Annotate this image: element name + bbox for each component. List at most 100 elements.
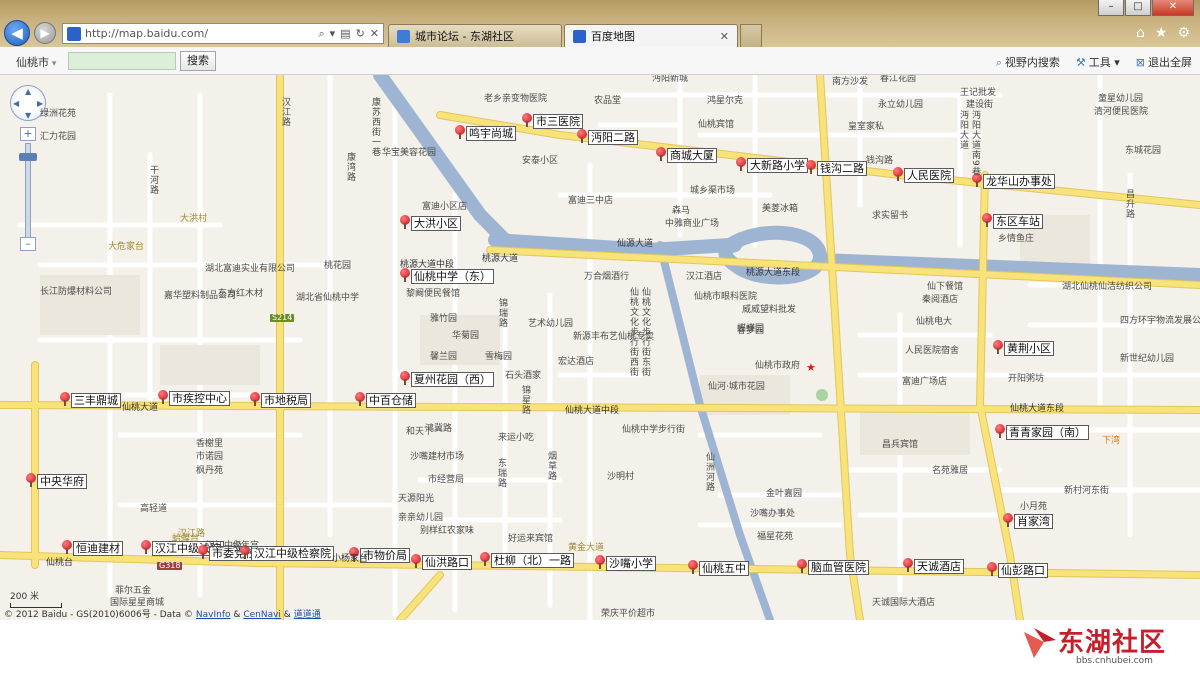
map-pin-icon[interactable] [522, 113, 532, 127]
marker-label[interactable]: 钱沟二路 [817, 161, 867, 176]
map-pin-icon[interactable] [903, 558, 913, 572]
exit-fullscreen-button[interactable]: ⊠ 退出全屏 [1136, 54, 1192, 70]
map-pin-icon[interactable] [355, 392, 365, 406]
map-marker[interactable]: 大新路小学 [736, 157, 808, 173]
map-pin-icon[interactable] [62, 540, 72, 554]
map-marker[interactable]: 钱沟二路 [806, 160, 867, 176]
map-pin-icon[interactable] [141, 540, 151, 554]
forward-button[interactable]: ▶ [34, 22, 56, 44]
map-pin-icon[interactable] [411, 554, 421, 568]
city-selector[interactable]: 仙桃市 [16, 54, 56, 70]
map-pin-icon[interactable] [806, 160, 816, 174]
map-pin-icon[interactable] [455, 125, 465, 139]
map-pin-icon[interactable] [797, 559, 807, 573]
map-marker[interactable]: 仙桃中学（东） [400, 268, 494, 284]
pan-right-icon[interactable]: ▶ [37, 99, 43, 108]
zoom-slider-handle[interactable] [19, 153, 37, 161]
marker-label[interactable]: 天诚酒店 [914, 559, 964, 574]
map-marker[interactable]: 市疾控中心 [158, 390, 230, 406]
map-pin-icon[interactable] [400, 371, 410, 385]
map-pin-icon[interactable] [400, 268, 410, 282]
favorites-star-icon[interactable]: ★ [1155, 25, 1168, 41]
marker-label[interactable]: 鸣宇尚城 [466, 126, 516, 141]
marker-label[interactable]: 汉江中级检察院 [251, 546, 334, 561]
marker-label[interactable]: 商城大厦 [667, 148, 717, 163]
map-marker[interactable]: 恒迪建材 [62, 540, 123, 556]
map-pin-icon[interactable] [595, 555, 605, 569]
cennavi-link[interactable]: CenNavi [243, 610, 281, 620]
map-marker[interactable]: 大洪小区 [400, 215, 461, 231]
marker-label[interactable]: 脑血管医院 [808, 560, 869, 575]
map-marker[interactable]: 中央华府 [26, 473, 87, 489]
tab-close-icon[interactable]: ✕ [720, 30, 729, 43]
maximize-button[interactable]: □ [1125, 0, 1151, 16]
back-button[interactable]: ◀ [4, 20, 30, 46]
map-canvas[interactable]: ★ ▲ ▼ ◀ ▶ + – 市三医院 鸣宇尚城 沔阳二路 商城大厦 大新路小学 钱沟二路人… [0, 75, 1200, 620]
map-pin-icon[interactable] [688, 560, 698, 574]
map-marker[interactable]: 三丰鼎城 [60, 392, 121, 408]
marker-label[interactable]: 杜柳（北）一路 [491, 553, 574, 568]
map-marker[interactable]: 夏州花园（西） [400, 371, 494, 387]
map-marker[interactable]: 龙华山办事处 [972, 173, 1055, 189]
map-marker[interactable]: 仙洪路口 [411, 554, 472, 570]
map-marker[interactable]: 黄荆小区 [993, 340, 1054, 356]
marker-label[interactable]: 夏州花园（西） [411, 372, 494, 387]
zoom-in-button[interactable]: + [20, 127, 36, 141]
pan-down-icon[interactable]: ▼ [25, 111, 31, 120]
marker-label[interactable]: 市地税局 [261, 393, 311, 408]
search-input[interactable] [68, 52, 176, 70]
map-marker[interactable]: 市地税局 [250, 392, 311, 408]
map-marker[interactable]: 鸣宇尚城 [455, 125, 516, 141]
map-pin-icon[interactable] [250, 392, 260, 406]
map-marker[interactable]: 市三医院 [522, 113, 583, 129]
pan-up-icon[interactable]: ▲ [25, 87, 31, 96]
marker-label[interactable]: 黄荆小区 [1004, 341, 1054, 356]
marker-label[interactable]: 恒迪建材 [73, 541, 123, 556]
map-pin-icon[interactable] [736, 157, 746, 171]
pan-left-icon[interactable]: ◀ [13, 99, 19, 108]
marker-label[interactable]: 青青家园（南） [1006, 425, 1089, 440]
marker-label[interactable]: 仙洪路口 [422, 555, 472, 570]
map-marker[interactable]: 仙彭路口 [987, 562, 1048, 578]
marker-label[interactable]: 仙桃中学（东） [411, 269, 494, 284]
dropdown-icon[interactable]: ▾ [330, 27, 336, 41]
map-marker[interactable]: 东区车站 [982, 213, 1043, 229]
map-marker[interactable]: 中百仓储 [355, 392, 416, 408]
map-pin-icon[interactable] [26, 473, 36, 487]
zoom-out-button[interactable]: – [20, 237, 36, 251]
in-view-search-button[interactable]: ⌕ 视野内搜索 [996, 54, 1060, 70]
map-marker[interactable]: 杜柳（北）一路 [480, 552, 574, 568]
address-bar[interactable]: http://map.baidu.com/ ⌕ ▾ ▤ ↻ ✕ [62, 23, 384, 44]
search-button[interactable]: 搜索 [180, 51, 216, 71]
compat-view-icon[interactable]: ▤ [340, 27, 350, 41]
stop-icon[interactable]: ✕ [370, 27, 379, 41]
refresh-icon[interactable]: ↻ [356, 27, 365, 41]
marker-label[interactable]: 中百仓储 [366, 393, 416, 408]
marker-label[interactable]: 东区车站 [993, 214, 1043, 229]
address-url[interactable]: http://map.baidu.com/ [85, 27, 318, 40]
marker-label[interactable]: 仙彭路口 [998, 563, 1048, 578]
map-pin-icon[interactable] [656, 147, 666, 161]
map-marker[interactable]: 脑血管医院 [797, 559, 869, 575]
map-pin-icon[interactable] [400, 215, 410, 229]
marker-label[interactable]: 沙嘴小学 [606, 556, 656, 571]
marker-label[interactable]: 中央华府 [37, 474, 87, 489]
new-tab-button[interactable] [740, 24, 762, 47]
marker-label[interactable]: 大新路小学 [747, 158, 808, 173]
tools-menu-button[interactable]: ⚒ 工具 ▾ [1076, 54, 1120, 70]
map-pin-icon[interactable] [480, 552, 490, 566]
marker-label[interactable]: 大洪小区 [411, 216, 461, 231]
map-marker[interactable]: 肖家湾 [1003, 513, 1053, 529]
marker-label[interactable]: 沔阳二路 [588, 130, 638, 145]
map-marker[interactable]: 青青家园（南） [995, 424, 1089, 440]
marker-label[interactable]: 市三医院 [533, 114, 583, 129]
map-pin-icon[interactable] [982, 213, 992, 227]
marker-label[interactable]: 人民医院 [904, 168, 954, 183]
marker-label[interactable]: 肖家湾 [1014, 514, 1053, 529]
map-marker[interactable]: 沔阳二路 [577, 129, 638, 145]
map-pin-icon[interactable] [993, 340, 1003, 354]
home-icon[interactable]: ⌂ [1136, 25, 1145, 41]
tab-baidu-map[interactable]: 百度地图 ✕ [564, 24, 738, 47]
navinfo-link[interactable]: NavInfo [196, 610, 231, 620]
search-icon[interactable]: ⌕ [318, 27, 324, 41]
